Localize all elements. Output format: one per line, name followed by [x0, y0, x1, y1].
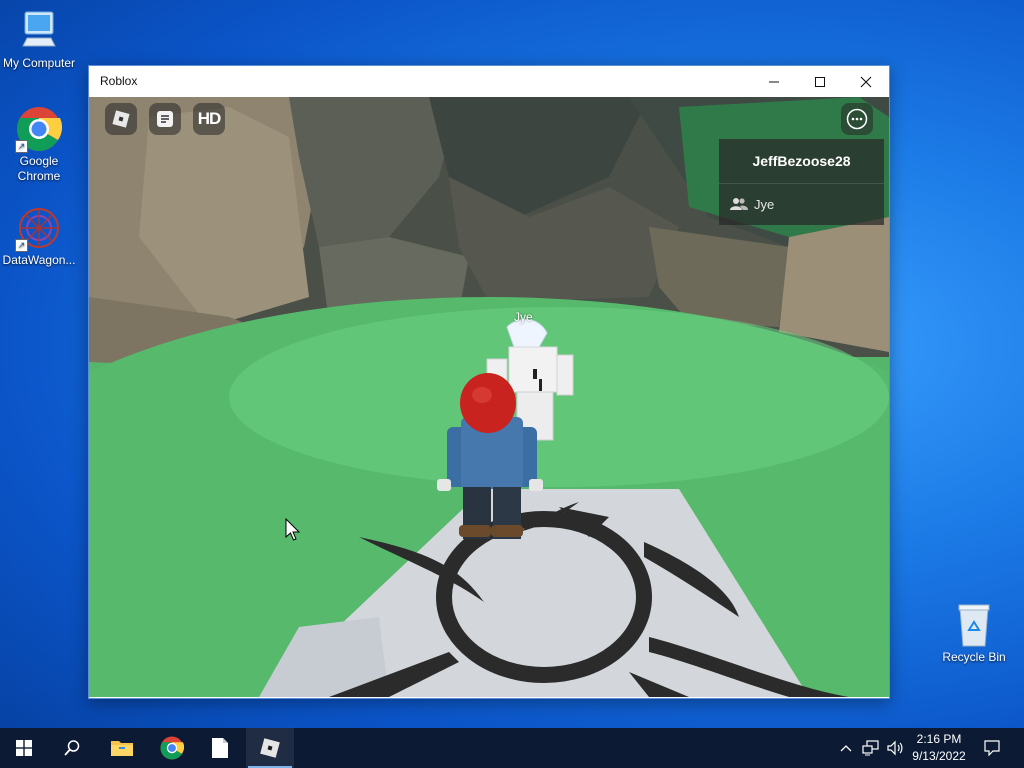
maximize-button[interactable]: [797, 66, 843, 97]
mouse-cursor-icon: [285, 518, 301, 541]
roblox-logo-icon: [112, 110, 130, 128]
roblox-icon: [260, 738, 280, 758]
desktop-icon-label: Google Chrome: [17, 154, 61, 183]
search-button[interactable]: [48, 728, 96, 768]
player-list: JeffBezoose28 Jye: [719, 139, 884, 225]
network-button[interactable]: [860, 728, 882, 768]
start-icon: [16, 740, 32, 756]
chat-button[interactable]: [149, 103, 181, 135]
volume-button[interactable]: [884, 728, 906, 768]
chrome-icon: [160, 736, 184, 760]
player-name: Jye: [754, 196, 775, 212]
shortcut-arrow-icon: ↗: [15, 239, 28, 252]
action-center-button[interactable]: [978, 728, 1006, 768]
window-title: Roblox: [100, 74, 138, 88]
taskbar-notepad[interactable]: [196, 728, 244, 768]
notification-icon: [984, 740, 1000, 756]
hd-label: HD: [197, 109, 222, 128]
taskbar-chrome[interactable]: [148, 728, 196, 768]
shortcut-arrow-icon: ↗: [15, 140, 28, 153]
show-hidden-icons-button[interactable]: [836, 728, 856, 768]
desktop-icon-google-chrome[interactable]: ↗ Google Chrome: [1, 106, 77, 184]
desktop-icon-datawagon[interactable]: ↗ DataWagon...: [1, 205, 77, 268]
roblox-window[interactable]: Roblox HD JeffBezoose28 Jye Jye: [88, 65, 890, 699]
player-list-item[interactable]: Jye: [719, 183, 884, 225]
minimize-button[interactable]: [751, 66, 797, 97]
close-icon: [860, 76, 872, 87]
window-titlebar[interactable]: Roblox: [89, 66, 889, 97]
recycle-bin-icon: [958, 604, 990, 647]
minimize-icon: [769, 81, 779, 82]
desktop-icon-label: DataWagon...: [2, 253, 76, 267]
more-options-icon: [846, 108, 868, 130]
network-icon: [862, 740, 879, 756]
local-player-name: JeffBezoose28: [752, 153, 851, 169]
close-button[interactable]: [843, 66, 889, 97]
clock-date: 9/13/2022: [912, 749, 966, 763]
notepad-icon: [212, 738, 228, 758]
chevron-up-icon: [840, 745, 852, 752]
desktop-icon-label: My Computer: [2, 56, 76, 70]
friends-icon: [730, 198, 748, 210]
taskbar-clock[interactable]: 2:16 PM 9/13/2022: [908, 731, 970, 765]
clock-time: 2:16 PM: [916, 732, 962, 746]
file-explorer-icon: [111, 741, 133, 756]
computer-icon: [22, 11, 56, 47]
desktop-icon-recycle-bin[interactable]: Recycle Bin: [936, 602, 1012, 665]
start-button[interactable]: [0, 728, 48, 768]
player-nametag: Jye: [514, 310, 533, 324]
taskbar-roblox[interactable]: [246, 728, 294, 768]
taskbar-file-explorer[interactable]: [98, 728, 146, 768]
chat-icon: [157, 111, 173, 127]
desktop-icon-my-computer[interactable]: My Computer: [1, 8, 77, 71]
roblox-menu-button[interactable]: [105, 103, 137, 135]
search-icon: [64, 740, 80, 756]
more-options-button[interactable]: [841, 103, 873, 135]
desktop-icon-label: Recycle Bin: [942, 650, 1006, 664]
player-list-local-player[interactable]: JeffBezoose28: [719, 139, 884, 184]
hd-button[interactable]: HD: [193, 103, 225, 135]
taskbar: 2:16 PM 9/13/2022: [0, 728, 1024, 768]
volume-icon: [887, 740, 903, 756]
maximize-icon: [815, 76, 825, 87]
game-viewport[interactable]: HD JeffBezoose28 Jye Jye: [89, 97, 889, 697]
